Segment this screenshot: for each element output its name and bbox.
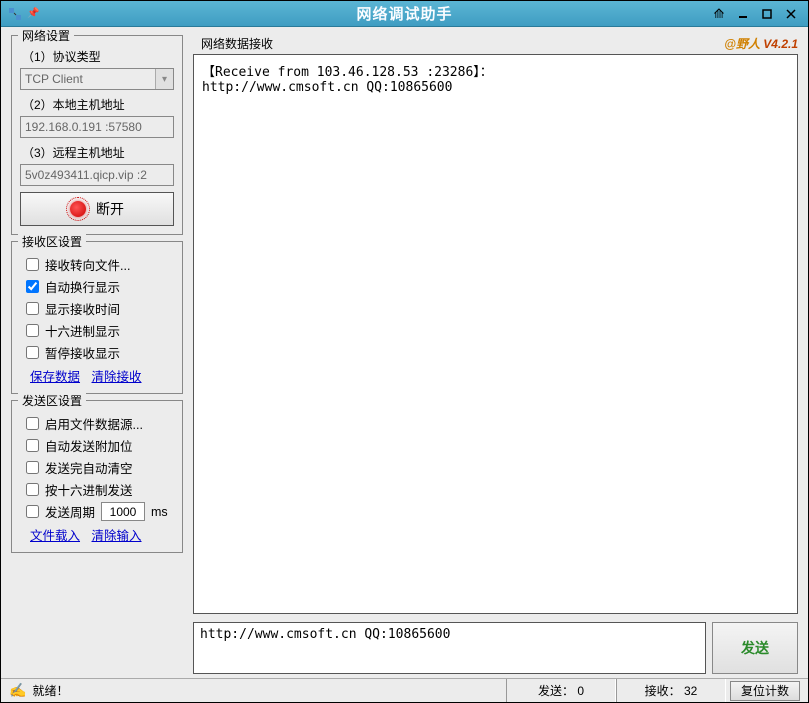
network-settings-title: 网络设置	[18, 27, 74, 44]
send-period-label: 发送周期	[45, 502, 95, 521]
status-ready: 就绪！	[32, 682, 68, 699]
auto-clear-row[interactable]: 发送完自动清空	[26, 458, 174, 477]
pause-recv-checkbox[interactable]	[26, 346, 39, 359]
close-button[interactable]	[780, 5, 802, 23]
protocol-select[interactable]	[20, 68, 174, 90]
auto-clear-label: 发送完自动清空	[45, 458, 133, 477]
file-source-row[interactable]: 启用文件数据源...	[26, 414, 174, 433]
auto-append-row[interactable]: 自动发送附加位	[26, 436, 174, 455]
file-source-checkbox[interactable]	[26, 417, 39, 430]
hex-send-checkbox[interactable]	[26, 483, 39, 496]
main-area: 网络数据接收 @野人 V4.2.1 【Receive from 103.46.1…	[193, 35, 798, 674]
recv-to-file-checkbox[interactable]	[26, 258, 39, 271]
app-icon	[7, 6, 23, 22]
recv-value: 32	[684, 684, 697, 698]
auto-append-checkbox[interactable]	[26, 439, 39, 452]
sent-label: 发送：	[538, 684, 574, 698]
hex-send-label: 按十六进制发送	[45, 480, 133, 499]
hex-send-row[interactable]: 按十六进制发送	[26, 480, 174, 499]
extra-icon[interactable]: ⟰	[708, 5, 730, 23]
version-label: @野人 V4.2.1	[724, 35, 798, 52]
maximize-button[interactable]	[756, 5, 778, 23]
recv-settings-group: 接收区设置 接收转向文件... 自动换行显示 显示接收时间 十六进制显示	[11, 241, 183, 394]
send-button[interactable]: 发送	[712, 622, 798, 674]
send-settings-title: 发送区设置	[18, 392, 86, 409]
load-file-link[interactable]: 文件载入	[30, 529, 80, 543]
pin-icon[interactable]: 📌	[27, 8, 39, 19]
statusbar: ✍ 就绪！ 发送： 0 接收： 32 复位计数	[1, 678, 808, 702]
file-source-label: 启用文件数据源...	[45, 414, 143, 433]
version-author: @野人	[724, 37, 760, 51]
minimize-button[interactable]	[732, 5, 754, 23]
disconnect-icon	[70, 201, 86, 217]
clear-input-link[interactable]: 清除输入	[92, 529, 142, 543]
local-addr-label: （2）本地主机地址	[22, 96, 174, 113]
show-time-label: 显示接收时间	[45, 299, 120, 318]
hex-display-row[interactable]: 十六进制显示	[26, 321, 174, 340]
recv-to-file-row[interactable]: 接收转向文件...	[26, 255, 174, 274]
send-settings-group: 发送区设置 启用文件数据源... 自动发送附加位 发送完自动清空 按十六进制发送	[11, 400, 183, 553]
chevron-down-icon: ▾	[155, 69, 173, 89]
recv-label: 接收：	[645, 684, 681, 698]
hex-display-checkbox[interactable]	[26, 324, 39, 337]
clear-recv-link[interactable]: 清除接收	[92, 370, 142, 384]
local-addr-input[interactable]	[20, 116, 174, 138]
send-links: 文件载入 清除输入	[30, 525, 174, 544]
send-period-input[interactable]	[101, 502, 145, 521]
remote-addr-label: （3）远程主机地址	[22, 144, 174, 161]
titlebar[interactable]: 📌 网络调试助手 ⟰	[1, 1, 808, 27]
reset-counter-button[interactable]: 复位计数	[730, 681, 800, 701]
recv-area-title: 网络数据接收	[201, 35, 273, 52]
send-period-row[interactable]: 发送周期 ms	[26, 502, 174, 521]
disconnect-button[interactable]: 断开	[20, 192, 174, 226]
status-icon: ✍	[9, 682, 26, 699]
window-title: 网络调试助手	[1, 3, 808, 24]
sent-value: 0	[577, 684, 584, 698]
status-recv: 接收： 32	[616, 679, 726, 702]
send-period-unit: ms	[151, 505, 168, 519]
send-period-checkbox[interactable]	[26, 505, 39, 518]
app-window: 📌 网络调试助手 ⟰ 网络设置 （1）协议类型 ▾ （2）本地主机地址 （	[0, 0, 809, 703]
main-header: 网络数据接收 @野人 V4.2.1	[193, 35, 798, 54]
auto-wrap-row[interactable]: 自动换行显示	[26, 277, 174, 296]
sidebar: 网络设置 （1）协议类型 ▾ （2）本地主机地址 （3）远程主机地址 断开	[11, 35, 183, 674]
window-controls: ⟰	[708, 5, 808, 23]
status-sent: 发送： 0	[506, 679, 616, 702]
send-row: 发送	[193, 622, 798, 674]
status-left: ✍ 就绪！	[1, 682, 506, 699]
content-area: 网络设置 （1）协议类型 ▾ （2）本地主机地址 （3）远程主机地址 断开	[1, 27, 808, 678]
recv-settings-title: 接收区设置	[18, 233, 86, 250]
recv-textarea[interactable]: 【Receive from 103.46.128.53 :23286】： htt…	[193, 54, 798, 614]
pause-recv-label: 暂停接收显示	[45, 343, 120, 362]
remote-addr-input[interactable]	[20, 164, 174, 186]
hex-display-label: 十六进制显示	[45, 321, 120, 340]
network-settings-group: 网络设置 （1）协议类型 ▾ （2）本地主机地址 （3）远程主机地址 断开	[11, 35, 183, 235]
recv-links: 保存数据 清除接收	[30, 366, 174, 385]
auto-wrap-checkbox[interactable]	[26, 280, 39, 293]
disconnect-label: 断开	[96, 199, 124, 219]
protocol-label: （1）协议类型	[22, 48, 174, 65]
auto-append-label: 自动发送附加位	[45, 436, 133, 455]
version-number: V4.2.1	[760, 37, 798, 51]
send-textarea[interactable]	[193, 622, 706, 674]
show-time-checkbox[interactable]	[26, 302, 39, 315]
save-data-link[interactable]: 保存数据	[30, 370, 80, 384]
show-time-row[interactable]: 显示接收时间	[26, 299, 174, 318]
auto-clear-checkbox[interactable]	[26, 461, 39, 474]
auto-wrap-label: 自动换行显示	[45, 277, 120, 296]
recv-to-file-label: 接收转向文件...	[45, 255, 130, 274]
pause-recv-row[interactable]: 暂停接收显示	[26, 343, 174, 362]
